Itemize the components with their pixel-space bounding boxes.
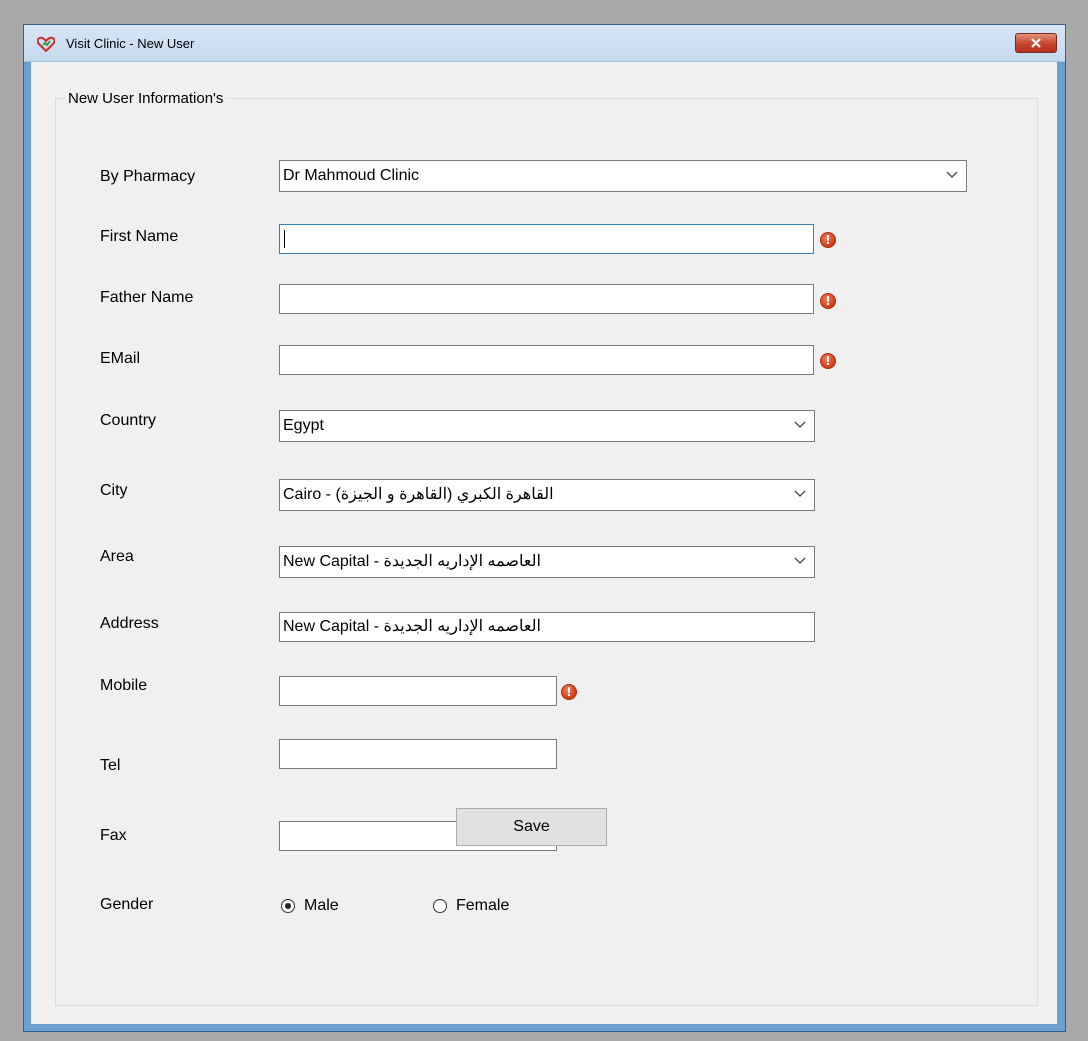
dialog-window: Visit Clinic - New User New User Informa…: [23, 24, 1066, 1032]
by-pharmacy-value: Dr Mahmoud Clinic: [283, 167, 420, 184]
dialog-client-area: New User Information's By Pharmacy Dr Ma…: [31, 62, 1057, 1024]
father-name-error-icon: !: [820, 293, 836, 309]
area-combobox[interactable]: العاصمه الإداريه الجديدة - New Capital: [279, 546, 815, 578]
app-heart-icon: [37, 36, 55, 52]
save-button[interactable]: Save: [456, 808, 607, 846]
first-name-input[interactable]: [279, 224, 814, 254]
close-icon: [1031, 38, 1041, 48]
fax-label: Fax: [100, 827, 127, 844]
close-button[interactable]: [1015, 33, 1057, 53]
gender-male-radio[interactable]: Male: [281, 897, 339, 915]
area-label: Area: [100, 548, 134, 565]
chevron-down-icon: [794, 557, 806, 564]
country-combobox[interactable]: Egypt: [279, 410, 815, 442]
father-name-input[interactable]: [279, 284, 814, 314]
country-value: Egypt: [283, 417, 324, 434]
first-name-label: First Name: [100, 228, 179, 245]
city-value: القاهرة الكبري (القاهرة و الجيزة) - Cair…: [283, 486, 554, 503]
mobile-input[interactable]: [279, 676, 557, 706]
email-error-icon: !: [820, 353, 836, 369]
by-pharmacy-combobox[interactable]: Dr Mahmoud Clinic: [279, 160, 967, 192]
address-input[interactable]: العاصمه الإداريه الجديدة - New Capital: [279, 612, 815, 642]
male-option-label: Male: [304, 897, 339, 914]
female-option-label: Female: [456, 897, 510, 914]
chevron-down-icon: [794, 490, 806, 497]
mobile-label: Mobile: [100, 677, 148, 694]
first-name-error-icon: !: [820, 232, 836, 248]
city-combobox[interactable]: القاهرة الكبري (القاهرة و الجيزة) - Cair…: [279, 479, 815, 511]
chevron-down-icon: [946, 171, 958, 178]
groupbox-title: New User Information's: [65, 90, 227, 107]
country-label: Country: [100, 412, 157, 429]
mobile-error-icon: !: [561, 684, 577, 700]
email-input[interactable]: [279, 345, 814, 375]
tel-label: Tel: [100, 757, 121, 774]
address-label: Address: [100, 615, 159, 632]
city-label: City: [100, 482, 128, 499]
tel-input[interactable]: [279, 739, 557, 769]
area-value: العاصمه الإداريه الجديدة - New Capital: [283, 553, 541, 570]
title-bar[interactable]: Visit Clinic - New User: [24, 25, 1065, 62]
gender-label: Gender: [100, 896, 154, 913]
window-title: Visit Clinic - New User: [66, 36, 195, 51]
address-value: العاصمه الإداريه الجديدة - New Capital: [283, 618, 541, 635]
gender-female-radio[interactable]: Female: [433, 897, 509, 915]
text-caret: [284, 230, 285, 248]
radio-unchecked-icon: [433, 899, 447, 913]
email-label: EMail: [100, 350, 141, 367]
chevron-down-icon: [794, 421, 806, 428]
by-pharmacy-label: By Pharmacy: [100, 168, 196, 185]
radio-checked-icon: [281, 899, 295, 913]
father-name-label: Father Name: [100, 289, 194, 306]
